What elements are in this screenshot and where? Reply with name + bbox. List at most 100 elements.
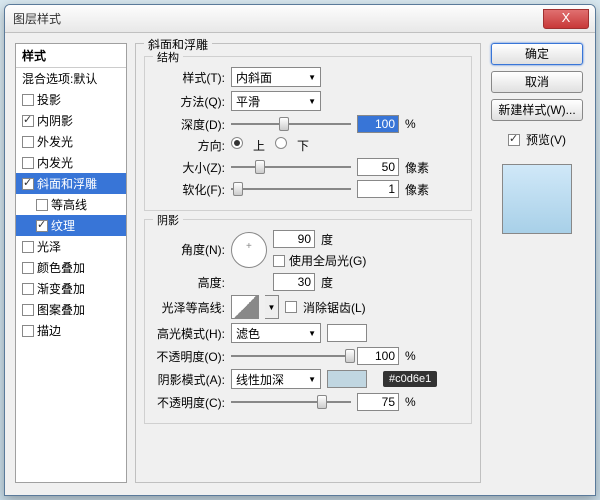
main-panel: 斜面和浮雕 结构 样式(T): 内斜面▼ 方法(Q): 平滑▼ 深度(D): 1	[135, 43, 481, 483]
close-button[interactable]: X	[543, 9, 589, 29]
angle-label: 角度(N):	[153, 241, 225, 258]
window-title: 图层样式	[13, 10, 61, 27]
chevron-down-icon: ▼	[308, 97, 316, 106]
highlight-opacity-unit: %	[405, 349, 429, 363]
size-unit: 像素	[405, 159, 429, 176]
style-list-item[interactable]: 外发光	[16, 131, 126, 152]
chevron-down-icon: ▼	[308, 73, 316, 82]
style-list-item[interactable]: 颜色叠加	[16, 257, 126, 278]
style-list-header: 样式	[16, 44, 126, 68]
style-item-label: 图案叠加	[37, 301, 85, 318]
depth-input[interactable]: 100	[357, 115, 399, 133]
style-item-label: 斜面和浮雕	[37, 175, 97, 192]
style-item-label: 投影	[37, 91, 61, 108]
antialias-label: 消除锯齿(L)	[303, 299, 366, 316]
structure-group: 结构 样式(T): 内斜面▼ 方法(Q): 平滑▼ 深度(D): 100 %	[144, 56, 472, 211]
style-item-label: 内阴影	[37, 112, 73, 129]
shadow-mode-label: 阴影模式(A):	[153, 371, 225, 388]
style-checkbox[interactable]	[22, 94, 34, 106]
blend-options[interactable]: 混合选项:默认	[16, 68, 126, 89]
depth-unit: %	[405, 117, 429, 131]
direction-up-radio[interactable]	[231, 137, 243, 149]
style-checkbox[interactable]	[22, 178, 34, 190]
style-list-item[interactable]: 内阴影	[16, 110, 126, 131]
direction-down-radio[interactable]	[275, 137, 287, 149]
gloss-contour-label: 光泽等高线:	[153, 299, 225, 316]
preview-checkbox[interactable]	[508, 134, 520, 146]
style-checkbox[interactable]	[22, 283, 34, 295]
highlight-opacity-slider[interactable]	[231, 348, 351, 364]
altitude-unit: 度	[321, 274, 333, 291]
antialias-checkbox[interactable]	[285, 301, 297, 313]
style-list: 样式 混合选项:默认 投影内阴影外发光内发光斜面和浮雕等高线纹理光泽颜色叠加渐变…	[15, 43, 127, 483]
shading-title: 阴影	[153, 212, 183, 228]
style-checkbox[interactable]	[36, 220, 48, 232]
style-list-item[interactable]: 内发光	[16, 152, 126, 173]
style-checkbox[interactable]	[22, 325, 34, 337]
angle-input[interactable]: 90	[273, 230, 315, 248]
style-item-label: 渐变叠加	[37, 280, 85, 297]
shadow-opacity-slider[interactable]	[231, 394, 351, 410]
layer-style-dialog: 图层样式 X 样式 混合选项:默认 投影内阴影外发光内发光斜面和浮雕等高线纹理光…	[4, 4, 596, 496]
bevel-group: 斜面和浮雕 结构 样式(T): 内斜面▼ 方法(Q): 平滑▼ 深度(D): 1	[135, 43, 481, 483]
contour-dropdown[interactable]: ▼	[265, 295, 279, 319]
style-list-item[interactable]: 渐变叠加	[16, 278, 126, 299]
shadow-color-swatch[interactable]	[327, 370, 367, 388]
style-list-item[interactable]: 描边	[16, 320, 126, 341]
technique-select[interactable]: 平滑▼	[231, 91, 321, 111]
style-list-item[interactable]: 等高线	[16, 194, 126, 215]
style-list-item[interactable]: 光泽	[16, 236, 126, 257]
shading-group: 阴影 角度(N): 90 度 使用全局光(G)	[144, 219, 472, 424]
titlebar: 图层样式 X	[5, 5, 595, 33]
cancel-button[interactable]: 取消	[491, 71, 583, 93]
shadow-opacity-input[interactable]: 75	[357, 393, 399, 411]
style-item-label: 等高线	[51, 196, 87, 213]
direction-label: 方向:	[153, 137, 225, 154]
highlight-mode-select[interactable]: 滤色▼	[231, 323, 321, 343]
style-list-item[interactable]: 纹理	[16, 215, 126, 236]
style-checkbox[interactable]	[22, 136, 34, 148]
shadow-opacity-unit: %	[405, 395, 429, 409]
style-list-item[interactable]: 图案叠加	[16, 299, 126, 320]
shadow-opacity-label: 不透明度(C):	[153, 394, 225, 411]
size-label: 大小(Z):	[153, 159, 225, 176]
style-select[interactable]: 内斜面▼	[231, 67, 321, 87]
style-list-item[interactable]: 斜面和浮雕	[16, 173, 126, 194]
technique-label: 方法(Q):	[153, 93, 225, 110]
style-item-label: 外发光	[37, 133, 73, 150]
size-input[interactable]: 50	[357, 158, 399, 176]
size-slider[interactable]	[231, 159, 351, 175]
style-checkbox[interactable]	[36, 199, 48, 211]
blend-label: 混合选项:默认	[22, 70, 97, 87]
style-checkbox[interactable]	[22, 262, 34, 274]
style-item-label: 光泽	[37, 238, 61, 255]
angle-dial[interactable]	[231, 232, 267, 268]
style-checkbox[interactable]	[22, 304, 34, 316]
color-tooltip: #c0d6e1	[383, 371, 437, 387]
shadow-mode-select[interactable]: 线性加深▼	[231, 369, 321, 389]
global-light-checkbox[interactable]	[273, 255, 285, 267]
style-checkbox[interactable]	[22, 115, 34, 127]
content: 样式 混合选项:默认 投影内阴影外发光内发光斜面和浮雕等高线纹理光泽颜色叠加渐变…	[5, 33, 595, 493]
style-list-item[interactable]: 投影	[16, 89, 126, 110]
angle-unit: 度	[321, 231, 333, 248]
soften-input[interactable]: 1	[357, 180, 399, 198]
altitude-input[interactable]: 30	[273, 273, 315, 291]
style-checkbox[interactable]	[22, 241, 34, 253]
preview-thumbnail	[502, 164, 572, 234]
style-item-label: 纹理	[51, 217, 75, 234]
soften-slider[interactable]	[231, 181, 351, 197]
style-item-label: 描边	[37, 322, 61, 339]
highlight-color-swatch[interactable]	[327, 324, 367, 342]
soften-unit: 像素	[405, 181, 429, 198]
new-style-button[interactable]: 新建样式(W)...	[491, 99, 583, 121]
soften-label: 软化(F):	[153, 181, 225, 198]
gloss-contour-picker[interactable]	[231, 295, 259, 319]
altitude-label: 高度:	[153, 274, 225, 291]
style-checkbox[interactable]	[22, 157, 34, 169]
chevron-down-icon: ▼	[308, 375, 316, 384]
ok-button[interactable]: 确定	[491, 43, 583, 65]
highlight-opacity-input[interactable]: 100	[357, 347, 399, 365]
depth-slider[interactable]	[231, 116, 351, 132]
chevron-down-icon: ▼	[308, 329, 316, 338]
